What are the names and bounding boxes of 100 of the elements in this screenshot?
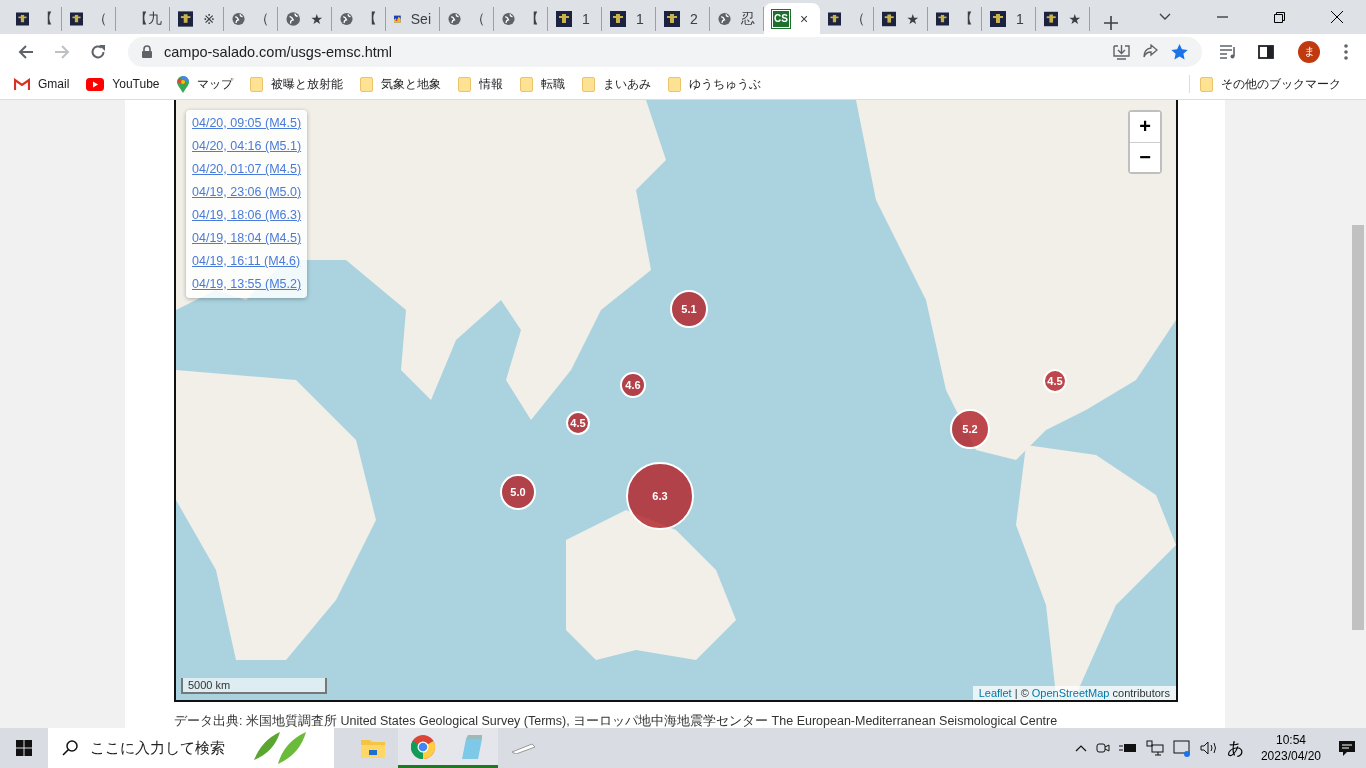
browser-tab[interactable]: 【: [332, 7, 386, 31]
bookmark-item[interactable]: ゆうちゅうぶ: [667, 75, 769, 93]
tab-title: ★: [310, 11, 323, 27]
bookmark-item[interactable]: 情報: [457, 75, 511, 93]
browser-tab[interactable]: ★: [874, 7, 928, 31]
event-link[interactable]: 04/20, 09:05 (M4.5): [192, 113, 302, 133]
event-link[interactable]: 04/19, 18:04 (M4.5): [192, 228, 302, 248]
site-favicon-icon: [178, 11, 194, 27]
camera-icon[interactable]: [1095, 741, 1110, 755]
globe-icon: [448, 11, 461, 27]
leaf-drawing: [252, 730, 308, 766]
speaker-icon[interactable]: [1199, 741, 1218, 755]
profile-avatar[interactable]: ま: [1298, 40, 1320, 63]
new-tab-icon[interactable]: [1104, 16, 1118, 30]
ime-mode-indicator[interactable]: あ: [1226, 736, 1244, 760]
earthquake-marker[interactable]: 5.1: [670, 289, 708, 328]
folder-icon: [457, 76, 471, 92]
earthquake-marker[interactable]: 5.0: [500, 473, 536, 510]
earthquake-marker[interactable]: 4.5: [566, 410, 590, 435]
battery-icon[interactable]: [1118, 742, 1137, 754]
browser-tab[interactable]: （: [440, 7, 494, 31]
tab-title: 【: [39, 10, 53, 28]
address-bar[interactable]: campo-salado.com/usgs-emsc.html: [128, 36, 1202, 67]
tab-title: （: [471, 10, 485, 28]
browser-tab[interactable]: ※: [170, 7, 224, 31]
event-link[interactable]: 04/20, 01:07 (M4.5): [192, 159, 302, 179]
bookmark-label: 情報: [478, 75, 503, 93]
bookmark-item[interactable]: Gmail: [14, 77, 78, 92]
bookmark-item[interactable]: 転職: [519, 75, 573, 93]
bookmark-item[interactable]: 被曝と放射能: [249, 75, 351, 93]
browser-tab[interactable]: （: [224, 7, 278, 31]
tab-search-icon[interactable]: [1159, 13, 1171, 21]
taskbar-clock[interactable]: 10:54 2023/04/20: [1260, 732, 1321, 764]
browser-tab[interactable]: 1: [548, 7, 602, 31]
tab-title: ※: [203, 11, 215, 27]
usb-drive-icon[interactable]: [510, 742, 536, 754]
globe-icon: [718, 11, 731, 27]
tab-title: ★: [1068, 11, 1081, 27]
taskbar-app-button[interactable]: [398, 728, 448, 768]
zoom-out-button[interactable]: −: [1130, 141, 1160, 172]
lock-icon: [142, 45, 152, 59]
side-panel-icon[interactable]: [1258, 44, 1274, 59]
windows-start-icon[interactable]: [16, 740, 32, 756]
leaflet-link[interactable]: Leaflet: [978, 686, 1012, 699]
tab-title: 2: [690, 11, 698, 27]
browser-tab[interactable]: Sei: [386, 7, 440, 31]
bookmark-item[interactable]: 気象と地象: [359, 75, 449, 93]
back-icon[interactable]: [18, 43, 34, 60]
site-favicon-icon: [664, 11, 680, 27]
earthquake-marker[interactable]: 4.6: [620, 371, 646, 398]
bookmark-item[interactable]: まいあみ: [581, 75, 659, 93]
reload-icon[interactable]: [90, 43, 106, 60]
browser-tab[interactable]: 【: [8, 7, 62, 31]
bookmark-label: その他のブックマーク: [1221, 75, 1341, 93]
browser-tab[interactable]: （: [820, 7, 874, 31]
media-queue-icon[interactable]: [1220, 44, 1238, 59]
menu-icon[interactable]: [1344, 43, 1348, 60]
tab-title: 1: [636, 11, 644, 27]
close-icon[interactable]: [1331, 11, 1343, 23]
search-field[interactable]: ここに入力して検索: [88, 739, 242, 757]
scale-bar: 5000 km: [181, 677, 327, 694]
browser-tab[interactable]: ★: [278, 7, 332, 31]
event-link[interactable]: 04/19, 23:06 (M5.0): [192, 182, 302, 202]
chrome-icon[interactable]: [411, 734, 435, 759]
browser-tab[interactable]: 1: [982, 7, 1036, 31]
notification-icon[interactable]: [1338, 739, 1356, 757]
share-icon[interactable]: [1142, 43, 1159, 60]
network-icon[interactable]: [1145, 740, 1164, 756]
other-bookmarks[interactable]: その他のブックマーク: [1200, 75, 1349, 93]
browser-tab[interactable]: 1: [602, 7, 656, 31]
restore-icon[interactable]: [1274, 11, 1285, 23]
show-hidden-icons[interactable]: [1074, 744, 1087, 752]
event-link[interactable]: 04/19, 13:55 (M5.2): [192, 274, 302, 294]
folder-icon[interactable]: [361, 738, 385, 758]
event-link[interactable]: 04/20, 04:16 (M5.1): [192, 136, 302, 156]
openstreetmap-link[interactable]: OpenStreetMap: [1031, 686, 1110, 699]
event-link[interactable]: 04/19, 18:06 (M6.3): [192, 205, 302, 225]
browser-tab[interactable]: 【九: [116, 7, 170, 31]
browser-tab[interactable]: 2: [656, 7, 710, 31]
bookmark-item[interactable]: YouTube: [86, 77, 168, 92]
site-favicon-icon: [1044, 11, 1059, 27]
bookmark-label: 気象と地象: [380, 75, 441, 93]
bookmark-item[interactable]: マップ: [176, 75, 241, 93]
browser-tab[interactable]: ★: [1036, 7, 1090, 31]
browser-tab[interactable]: 【: [494, 7, 548, 31]
browser-tab[interactable]: （: [62, 7, 116, 31]
bookmark-label: YouTube: [112, 77, 160, 92]
tab-title: ★: [906, 11, 919, 27]
taskbar-app-button[interactable]: [448, 728, 498, 768]
folder-icon: [667, 76, 681, 92]
browser-tab[interactable]: 【: [928, 7, 982, 31]
browser-tab[interactable]: CS ×: [764, 3, 820, 34]
bookmark-star-icon[interactable]: [1171, 43, 1188, 60]
earthquake-marker[interactable]: 6.3: [626, 461, 694, 530]
bookmark-label: 転職: [540, 75, 565, 93]
install-icon[interactable]: [1113, 43, 1130, 60]
site-favicon-icon: [936, 11, 949, 27]
folder-icon: [519, 76, 533, 92]
event-link[interactable]: 04/19, 16:11 (M4.6): [192, 251, 302, 271]
tab-close-button[interactable]: ×: [800, 10, 809, 27]
